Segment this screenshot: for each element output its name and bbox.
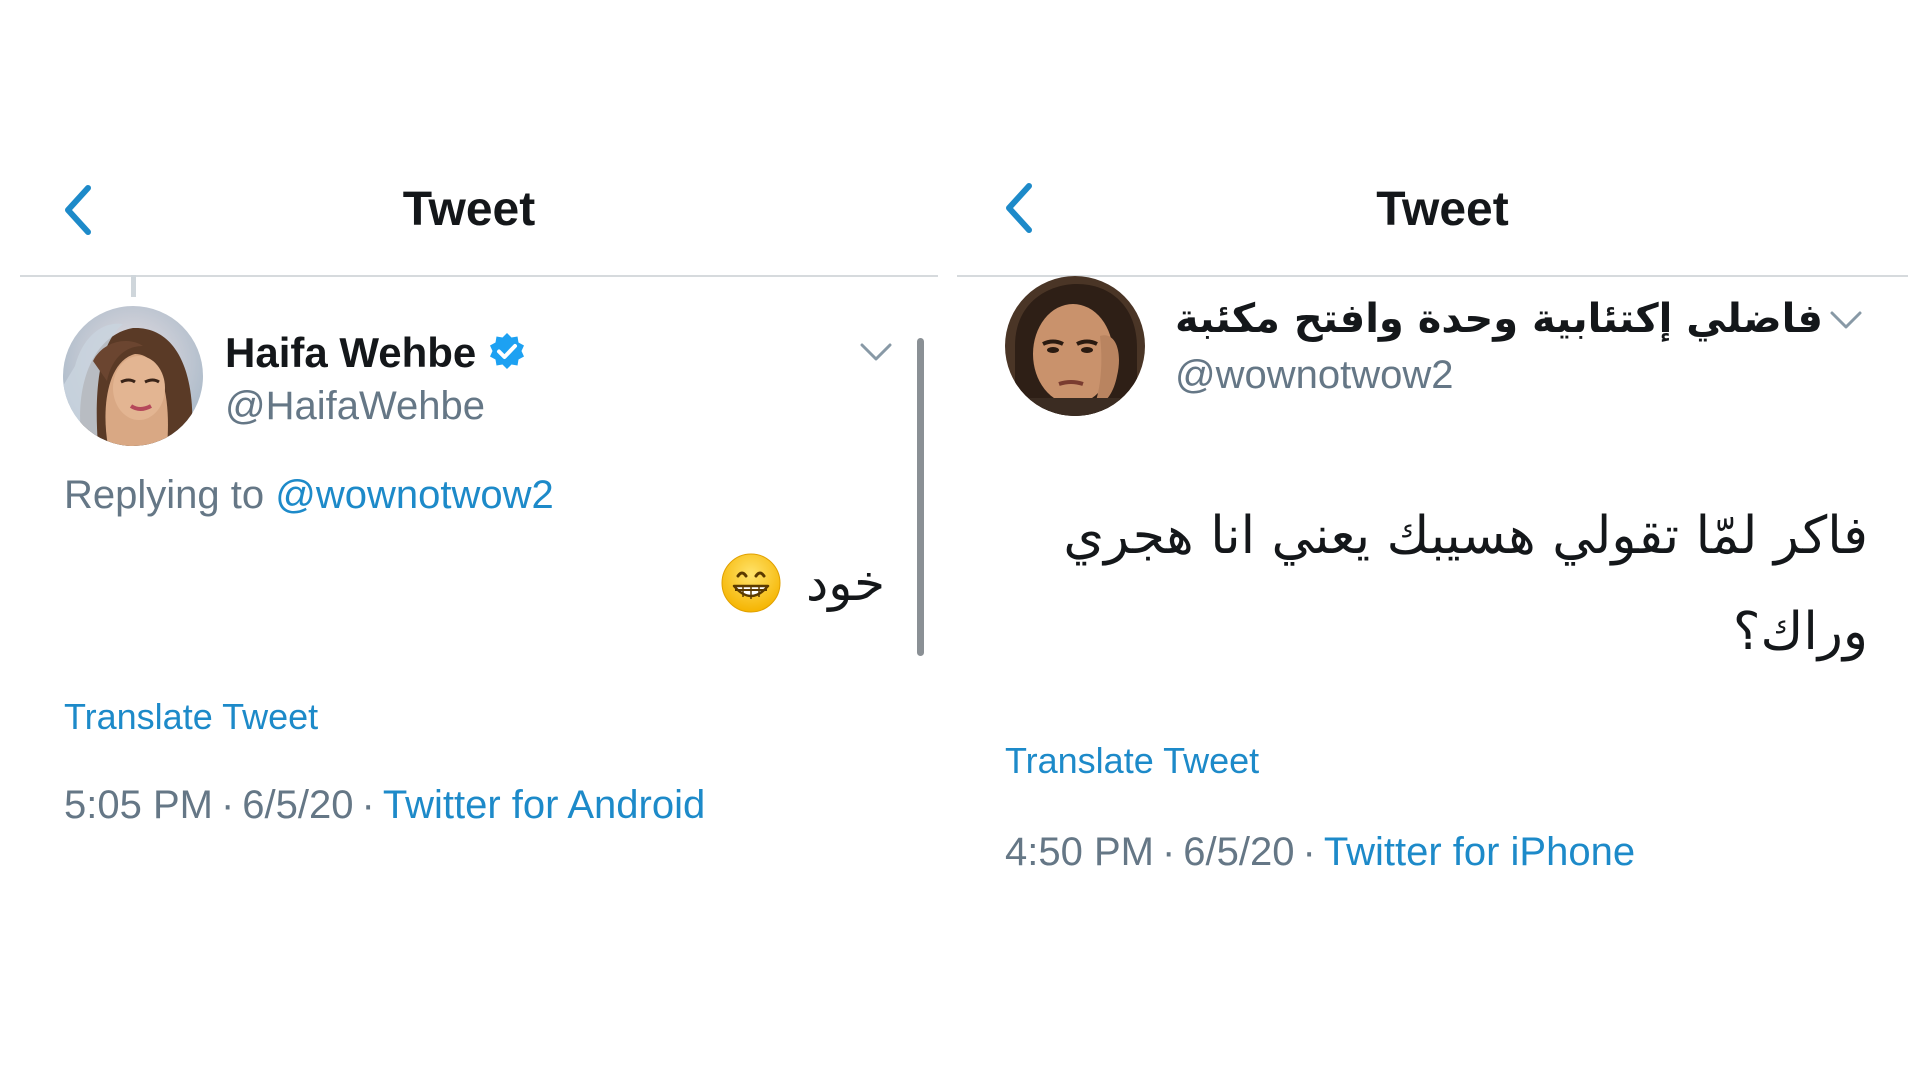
page-title: Tweet: [1376, 183, 1509, 236]
separator: ·: [220, 783, 235, 827]
replying-to-line: Replying to @wownotwow2: [64, 470, 554, 520]
page-title: Tweet: [402, 183, 536, 236]
right-tweet-panel: Tweet فاضلي إكتئابية وحدة وافتح مكئبة @w…: [955, 0, 1920, 1080]
tweet-source-link[interactable]: Twitter for iPhone: [1324, 830, 1635, 874]
author-name[interactable]: Haifa Wehbe: [225, 327, 528, 379]
tweet-metadata: 5:05 PM · 6/5/20 · Twitter for Android: [64, 779, 705, 831]
tweet-text: خود: [720, 548, 885, 618]
tweet-body: خود: [805, 554, 885, 612]
tweet-header: Tweet: [20, 150, 938, 277]
tweet-menu-button[interactable]: [858, 340, 894, 364]
tweet-time: 4:50 PM: [1005, 830, 1154, 874]
author-handle[interactable]: @wownotwow2: [1175, 350, 1454, 400]
translate-tweet-link[interactable]: Translate Tweet: [1005, 738, 1259, 784]
mention-link[interactable]: @wownotwow2: [275, 473, 554, 517]
left-tweet-panel: Tweet Haifa Wehbe @HaifaWehbe Replying t…: [0, 0, 950, 1080]
thread-connector-line: [131, 275, 136, 297]
tweet-date: 6/5/20: [242, 783, 354, 827]
author-name[interactable]: فاضلي إكتئابية وحدة وافتح مكئبة: [1175, 293, 1823, 345]
tweet-date: 6/5/20: [1183, 830, 1295, 874]
tweet-metadata: 4:50 PM · 6/5/20 · Twitter for iPhone: [1005, 826, 1635, 878]
chevron-down-icon: [860, 343, 892, 361]
translate-tweet-link[interactable]: Translate Tweet: [64, 694, 318, 740]
grinning-face-emoji-icon: [720, 552, 782, 614]
author-name-text: Haifa Wehbe: [225, 329, 477, 376]
tweet-source-link[interactable]: Twitter for Android: [383, 783, 705, 827]
author-handle[interactable]: @HaifaWehbe: [225, 381, 485, 431]
screenshot-canvas: Tweet Haifa Wehbe @HaifaWehbe Replying t…: [0, 0, 1920, 1080]
separator: ·: [361, 783, 375, 827]
profile-photo: [1005, 276, 1145, 416]
tweet-header: Tweet: [957, 150, 1908, 277]
tweet-text: فاكر لمّا تقولي هسيبك يعني انا هجري وراك…: [1063, 506, 1868, 662]
tweet-menu-button[interactable]: [1828, 308, 1864, 332]
tweet-time: 5:05 PM: [64, 783, 213, 827]
profile-photo: [63, 306, 203, 446]
separator: ·: [1302, 830, 1316, 874]
separator: ·: [1161, 830, 1176, 874]
chevron-down-icon: [1830, 311, 1862, 329]
avatar[interactable]: [63, 306, 203, 446]
scrollbar[interactable]: [917, 338, 924, 656]
replying-to-label: Replying to: [64, 473, 265, 517]
avatar[interactable]: [1005, 276, 1145, 416]
verified-badge-icon: [486, 331, 528, 373]
